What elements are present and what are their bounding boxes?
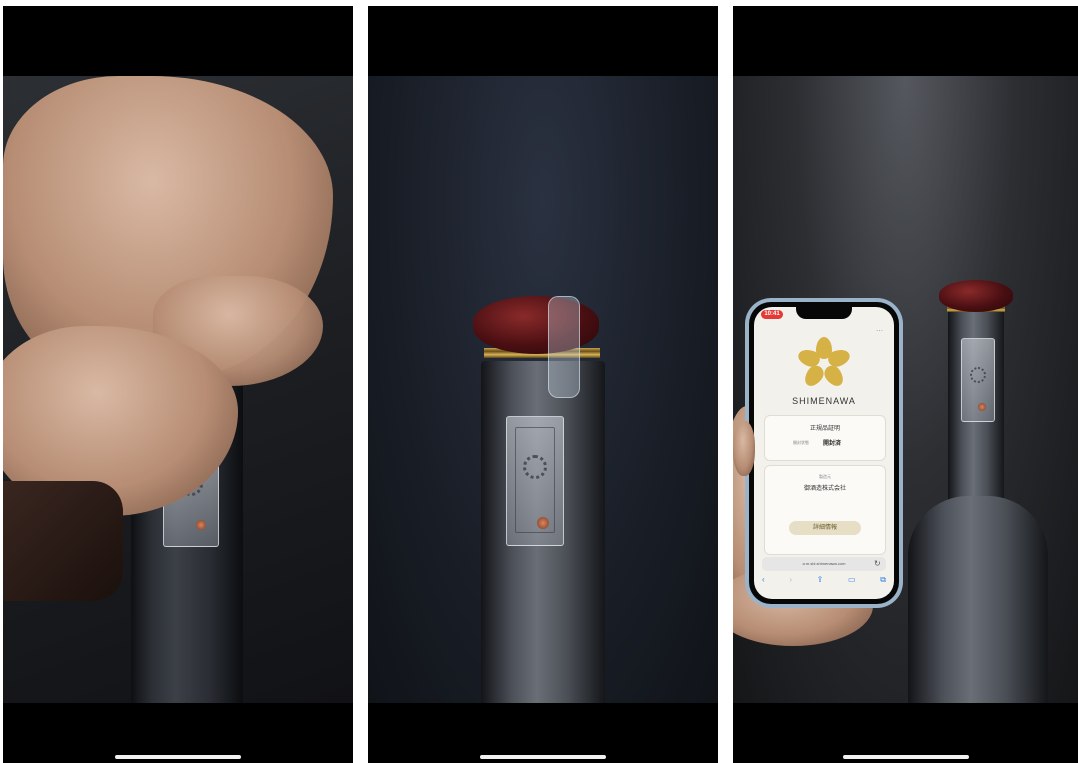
phone-screen: 10:41 ⋯ SHIMENAWA 正規品証明 開封状態 開封済 製造元 御酒造… — [754, 307, 894, 599]
panel-opened-bottle — [368, 6, 718, 763]
thumb — [733, 421, 755, 476]
details-button[interactable]: 詳細情報 — [789, 521, 861, 535]
producer-name: 御酒造株式会社 — [803, 486, 846, 492]
status-time: 10:41 — [761, 310, 783, 319]
menu-icon[interactable]: ⋯ — [876, 327, 883, 335]
bottle-cap — [473, 296, 599, 354]
forward-icon[interactable]: › — [789, 575, 792, 589]
home-indicator — [480, 755, 606, 759]
panel-opening — [3, 6, 353, 763]
reload-icon[interactable]: ↻ — [874, 559, 881, 568]
photo-opening — [3, 76, 353, 703]
brand-name: SHIMENAWA — [792, 396, 856, 406]
tag-chip-icon — [978, 403, 986, 411]
bottle-cap — [939, 280, 1013, 312]
nfc-tag — [961, 338, 995, 422]
home-indicator — [842, 755, 969, 759]
seal-status-label: 開封状態 — [793, 440, 809, 445]
home-indicator — [115, 755, 241, 759]
sleeve — [3, 481, 123, 601]
tabs-icon[interactable]: ⧉ — [880, 575, 886, 589]
tag-chip-icon — [537, 517, 549, 529]
share-icon[interactable]: ⇪ — [817, 575, 824, 589]
phone-notch — [796, 307, 852, 319]
tag-chip-icon — [196, 520, 206, 530]
shimenawa-logo-icon — [796, 337, 852, 390]
nfc-tag — [506, 416, 564, 546]
url-text: a.m.sbi.shimenawa.com — [802, 561, 846, 566]
browser-url-bar[interactable]: a.m.sbi.shimenawa.com ↻ — [762, 557, 886, 571]
tag-logo-icon — [523, 455, 547, 479]
producer-label: 製造元 — [819, 474, 831, 479]
bottle-body — [908, 496, 1048, 703]
photo-phone-verification: 10:41 ⋯ SHIMENAWA 正規品証明 開封状態 開封済 製造元 御酒造… — [733, 76, 1078, 703]
authenticity-card: 正規品証明 開封状態 開封済 — [764, 415, 886, 461]
back-icon[interactable]: ‹ — [762, 575, 765, 589]
torn-seal — [548, 296, 580, 398]
photo-opened-bottle — [368, 76, 718, 703]
tag-antenna — [515, 427, 555, 533]
panel-phone-verification: 10:41 ⋯ SHIMENAWA 正規品証明 開封状態 開封済 製造元 御酒造… — [733, 6, 1078, 763]
browser-toolbar: ‹ › ⇪ ▭ ⧉ — [762, 575, 886, 589]
seal-status-value: 開封済 — [823, 441, 842, 447]
bookmarks-icon[interactable]: ▭ — [848, 575, 856, 589]
smartphone: 10:41 ⋯ SHIMENAWA 正規品証明 開封状態 開封済 製造元 御酒造… — [745, 298, 903, 608]
producer-card: 製造元 御酒造株式会社 詳細情報 — [764, 465, 886, 555]
tag-logo-icon — [970, 367, 986, 383]
phone-bezel: 10:41 ⋯ SHIMENAWA 正規品証明 開封状態 開封済 製造元 御酒造… — [749, 302, 899, 604]
authenticity-title: 正規品証明 — [809, 426, 840, 432]
